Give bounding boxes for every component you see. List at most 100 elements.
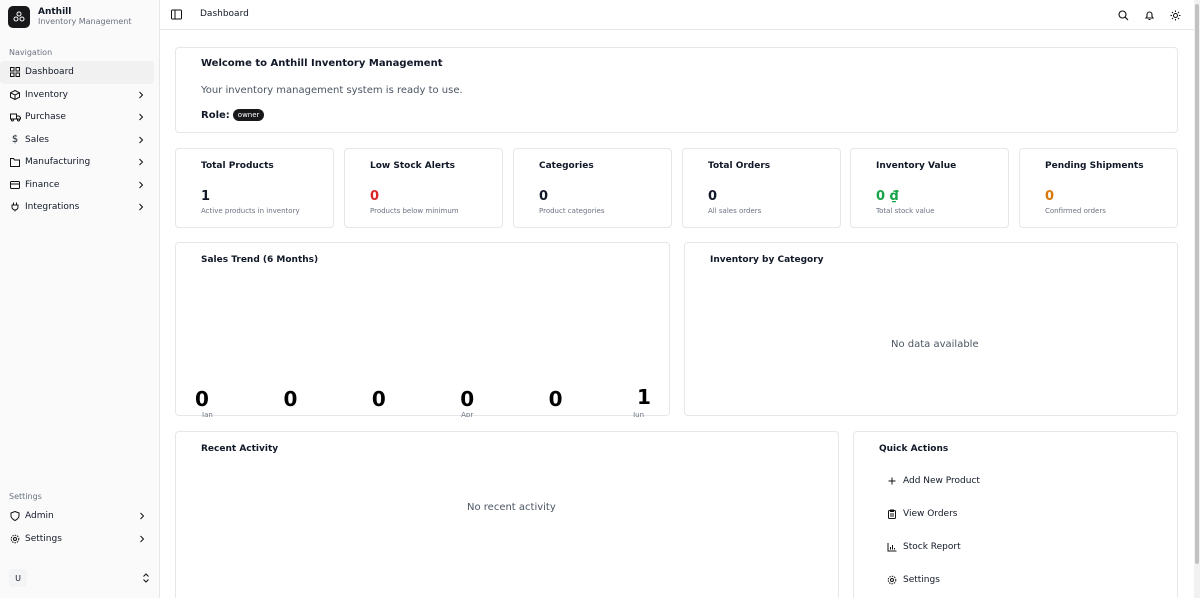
stat-card-total-products: Total Products 1 Active products in inve… xyxy=(175,148,334,228)
stat-title: Total Orders xyxy=(708,161,771,171)
stat-value: 0 xyxy=(370,189,380,204)
stat-title: Inventory Value xyxy=(876,161,957,171)
stat-subtitle: Products below minimum xyxy=(370,207,459,215)
stat-value: 0 xyxy=(1045,189,1055,204)
sidebar-item-label: Settings xyxy=(25,533,62,544)
sidebar-item-admin[interactable]: Admin xyxy=(0,505,155,528)
stat-value: 0 xyxy=(539,189,549,204)
quick-action-label: Add New Product xyxy=(903,476,980,486)
welcome-description: Your inventory management system is read… xyxy=(201,85,463,96)
factory-icon xyxy=(9,156,21,168)
chevron-up-down-icon xyxy=(143,573,149,583)
sidebar-item-label: Manufacturing xyxy=(25,157,91,168)
stat-title: Low Stock Alerts xyxy=(370,161,456,171)
stock-report-button[interactable]: Stock Report xyxy=(887,542,961,552)
sidebar-toggle-icon[interactable] xyxy=(170,8,184,22)
stat-card-low-stock: Low Stock Alerts 0 Products below minimu… xyxy=(344,148,503,228)
data-label: 0 xyxy=(372,387,386,411)
stat-subtitle: Product categories xyxy=(539,207,605,215)
stat-title: Pending Shipments xyxy=(1045,161,1144,171)
sidebar-item-sales[interactable]: $ Sales xyxy=(0,129,154,152)
topbar-actions xyxy=(1116,8,1182,22)
quick-action-label: Settings xyxy=(903,575,940,585)
stat-title: Categories xyxy=(539,161,594,171)
stat-value: 1 xyxy=(201,189,211,204)
role-badge: owner xyxy=(232,109,265,121)
sales-trend-chart: 0 0 0 0 0 1 Jan Apr Jun xyxy=(195,385,651,417)
data-label: 0 xyxy=(283,387,297,411)
settings-group: Settings Admin Settings xyxy=(0,492,160,550)
plus-icon xyxy=(887,476,897,486)
search-icon[interactable] xyxy=(1116,8,1130,22)
add-new-product-button[interactable]: Add New Product xyxy=(887,476,980,486)
gear-icon xyxy=(9,533,21,545)
view-orders-button[interactable]: View Orders xyxy=(887,509,957,519)
breadcrumb: Dashboard xyxy=(200,9,249,19)
welcome-card: Welcome to Anthill Inventory Management … xyxy=(175,47,1178,133)
user-menu[interactable]: U xyxy=(0,566,160,590)
quick-action-label: View Orders xyxy=(903,509,958,519)
sidebar-item-label: Purchase xyxy=(25,112,66,123)
page-scrollbar[interactable] xyxy=(1194,0,1200,598)
empty-state-text: No recent activity xyxy=(467,502,556,513)
welcome-title: Welcome to Anthill Inventory Management xyxy=(201,58,443,69)
x-tick-label: Jun xyxy=(632,411,644,417)
stat-subtitle: Confirmed orders xyxy=(1045,207,1106,215)
quick-action-label: Stock Report xyxy=(903,542,961,552)
chevron-right-icon xyxy=(140,512,145,520)
anthill-logo-icon xyxy=(8,6,30,28)
chevron-right-icon xyxy=(139,203,144,211)
brand-header[interactable]: Anthill Inventory Management xyxy=(0,0,159,34)
sales-trend-card: Sales Trend (6 Months) 0 0 0 0 0 1 Jan Apr Jun xyxy=(175,242,670,417)
sidebar-item-integrations[interactable]: Integrations xyxy=(0,196,154,219)
dollar-icon: $ xyxy=(11,134,19,146)
x-tick-label: Apr xyxy=(461,411,473,417)
avatar: U xyxy=(9,569,27,587)
stat-value: 0 ₫ xyxy=(876,189,899,204)
clipboard-icon xyxy=(887,509,897,519)
quick-actions-card: Quick Actions Add New Product View Order… xyxy=(853,431,1178,598)
quick-actions-title: Quick Actions xyxy=(879,444,949,454)
brand-subtitle: Inventory Management xyxy=(38,16,132,26)
sidebar-item-purchase[interactable]: Purchase xyxy=(0,106,154,129)
sidebar-item-finance[interactable]: Finance xyxy=(0,174,154,197)
stat-subtitle: All sales orders xyxy=(708,207,762,215)
empty-state-text: No data available xyxy=(891,339,979,350)
chevron-right-icon xyxy=(139,113,144,121)
sidebar-item-label: Finance xyxy=(25,179,60,190)
stat-value: 0 xyxy=(708,189,718,204)
stat-card-pending-shipments: Pending Shipments 0 Confirmed orders xyxy=(1019,148,1178,228)
role-label: Role: xyxy=(201,109,230,121)
sidebar-item-label: Inventory xyxy=(25,89,68,100)
settings-group-label: Settings xyxy=(9,492,42,501)
bell-icon[interactable] xyxy=(1142,8,1156,22)
inventory-by-category-card: Inventory by Category No data available xyxy=(684,242,1178,416)
grid-icon xyxy=(9,66,21,78)
bar-chart-icon xyxy=(887,542,897,552)
inventory-by-category-title: Inventory by Category xyxy=(710,255,824,265)
data-label: 0 xyxy=(195,387,209,411)
sidebar-item-manufacturing[interactable]: Manufacturing xyxy=(0,151,154,174)
scrollbar-thumb[interactable] xyxy=(1195,4,1199,564)
settings-button[interactable]: Settings xyxy=(887,575,940,585)
sidebar-item-dashboard[interactable]: Dashboard xyxy=(0,61,154,84)
role-row: Role: owner xyxy=(201,109,265,121)
wallet-icon xyxy=(9,179,21,191)
sidebar-item-settings[interactable]: Settings xyxy=(0,528,155,551)
recent-activity-title: Recent Activity xyxy=(201,444,279,454)
sidebar-item-label: Admin xyxy=(25,511,54,522)
theme-toggle-sun-icon[interactable] xyxy=(1168,8,1182,22)
x-tick-label: Jan xyxy=(201,411,213,417)
shield-icon xyxy=(9,510,21,522)
stat-subtitle: Total stock value xyxy=(876,207,935,215)
stat-card-inventory-value: Inventory Value 0 ₫ Total stock value xyxy=(850,148,1009,228)
package-icon xyxy=(9,89,21,101)
nav-group-label: Navigation xyxy=(9,48,53,57)
sidebar-item-label: Integrations xyxy=(25,202,80,213)
recent-activity-card: Recent Activity No recent activity xyxy=(175,431,839,598)
sidebar-item-label: Sales xyxy=(25,134,49,145)
topbar: Dashboard xyxy=(160,0,1200,30)
sidebar-item-inventory[interactable]: Inventory xyxy=(0,84,154,107)
main-content: Dashboard Welcome to Anthill Inventory M… xyxy=(160,0,1200,598)
truck-icon xyxy=(9,111,21,123)
